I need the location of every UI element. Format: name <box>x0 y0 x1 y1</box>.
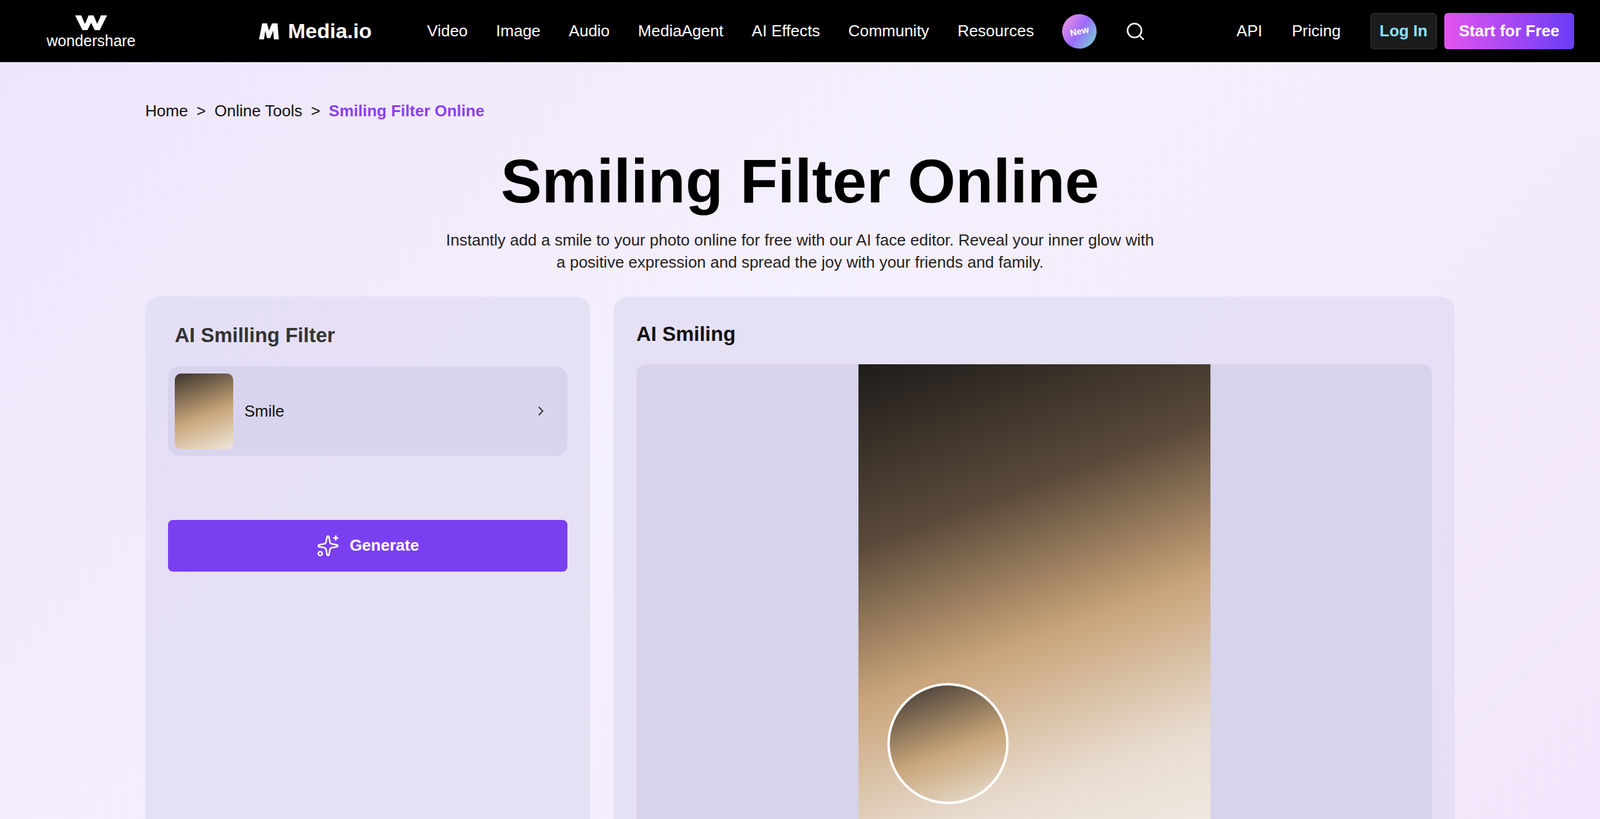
filter-list: Smile <box>168 366 568 456</box>
breadcrumb-separator: > <box>196 99 206 124</box>
panel-title: AI Smilling Filter <box>174 320 568 351</box>
result-photo <box>858 364 1211 819</box>
nav-item[interactable]: Resources <box>957 19 1034 44</box>
filter-thumbnail <box>174 373 234 450</box>
breadcrumb-item[interactable]: Home <box>145 99 188 124</box>
breadcrumb-item[interactable]: Online Tools <box>214 99 303 124</box>
panel-title: AI Smiling <box>636 318 1432 350</box>
nav-item[interactable]: Image <box>496 19 541 44</box>
mediaio-icon <box>257 20 281 42</box>
page: wondershare Media.io Video Image Audio MediaA… <box>0 0 1600 819</box>
page-subtitle: Instantly add a smile to your photo onli… <box>443 228 1157 274</box>
search-icon[interactable] <box>1124 20 1146 42</box>
main-nav: Video Image Audio MediaAgent AI Effects Commu… <box>427 14 1146 49</box>
original-photo-thumbnail <box>887 683 1009 805</box>
page-title: Smiling Filter Online <box>145 144 1455 218</box>
breadcrumb: Home > Online Tools > Smiling Filter Online <box>145 62 1455 124</box>
wondershare-logo[interactable]: wondershare <box>30 12 152 50</box>
filter-panel: AI Smilling Filter Smile Generate <box>145 296 591 819</box>
sparkles-icon <box>316 534 340 558</box>
nav-link[interactable]: API <box>1236 19 1263 44</box>
content: Home > Online Tools > Smiling Filter Online S… <box>145 62 1455 819</box>
login-button[interactable]: Log In <box>1370 12 1437 50</box>
filter-card[interactable]: Smile <box>168 366 568 456</box>
mediaio-logo[interactable]: Media.io <box>257 15 372 47</box>
top-nav: wondershare Media.io Video Image Audio MediaA… <box>0 0 1600 63</box>
nav-item[interactable]: Audio <box>568 19 610 44</box>
nav-item[interactable]: AI Effects <box>752 19 821 44</box>
nav-link[interactable]: Pricing <box>1291 19 1341 44</box>
brand-text: wondershare <box>46 31 136 50</box>
preview-area <box>636 364 1432 819</box>
nav-right: API Pricing Log InStart for Free <box>1236 12 1575 50</box>
product-name: Media.io <box>288 15 372 47</box>
chevron-right-icon <box>533 403 549 419</box>
nav-item[interactable]: MediaAgent <box>638 19 724 44</box>
new-badge[interactable]: New <box>1059 10 1100 52</box>
nav-item[interactable]: Community <box>848 19 929 44</box>
filter-label: Smile <box>244 399 285 424</box>
breadcrumb-item[interactable]: Smiling Filter Online <box>328 99 485 124</box>
nav-item[interactable]: Video <box>427 19 468 44</box>
breadcrumb-separator: > <box>310 99 320 124</box>
wondershare-icon <box>73 12 109 32</box>
preview-panel: AI Smiling <box>613 296 1455 819</box>
generate-button[interactable]: Generate <box>168 520 568 572</box>
start-free-button[interactable]: Start for Free <box>1444 12 1575 50</box>
workspace: AI Smilling Filter Smile Generate AI Smilin… <box>145 296 1455 819</box>
